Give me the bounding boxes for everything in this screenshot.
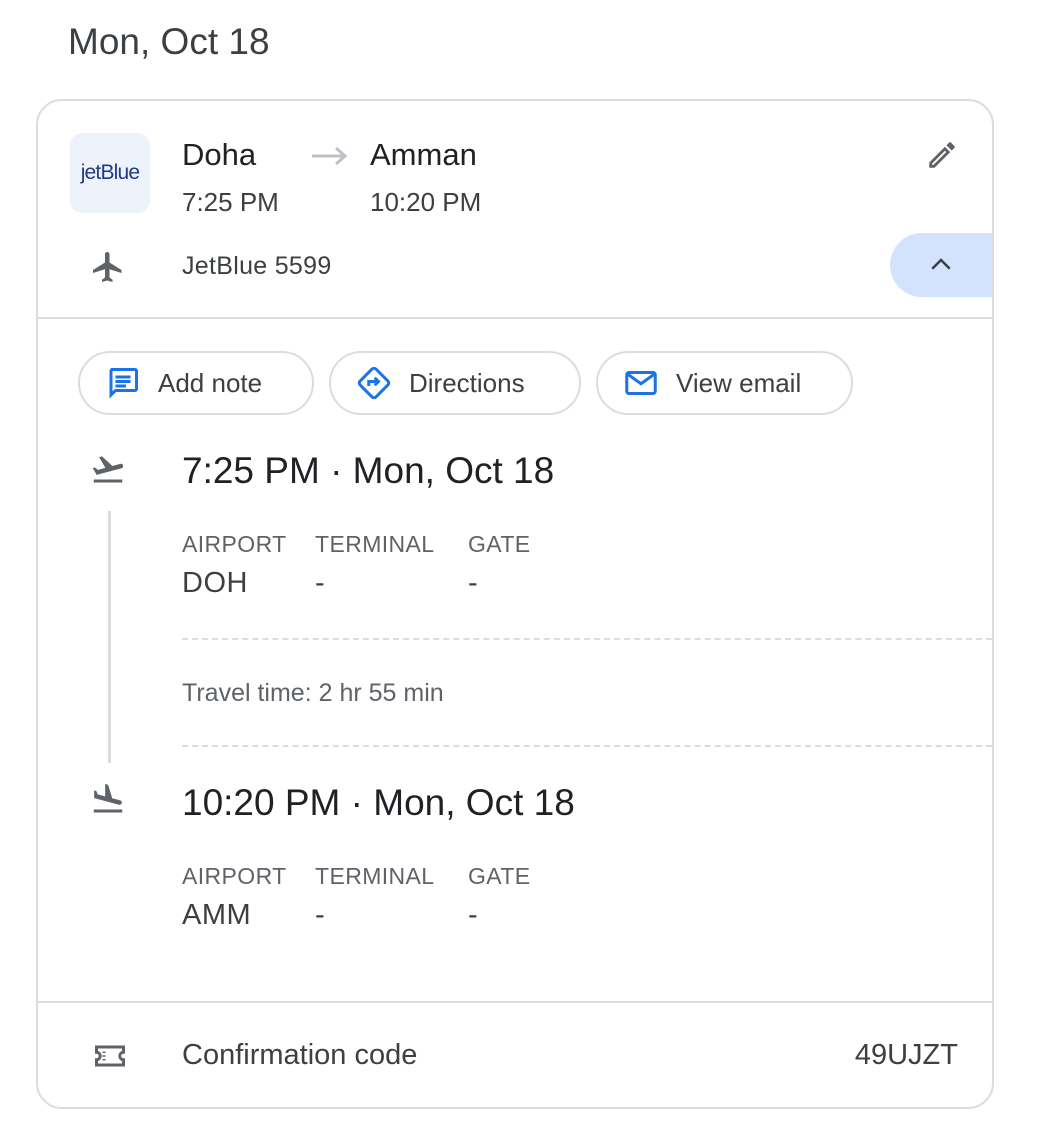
view-email-label: View email xyxy=(676,367,802,398)
departure-title: 7:25 PM · Mon, Oct 18 xyxy=(182,450,555,491)
departure-terminal-value: - xyxy=(315,567,326,599)
airline-logo-text: jetBlue xyxy=(80,161,140,184)
arrival-gate-value: - xyxy=(468,899,479,931)
arrival-terminal-label: TERMINAL xyxy=(315,863,435,889)
departure-terminal-label: TERMINAL xyxy=(315,531,435,557)
directions-button[interactable]: Directions xyxy=(329,351,581,415)
landing-icon xyxy=(93,784,123,813)
flight-card: jetBlue Doha Amman 7:25 PM 10:20 PM JetB… xyxy=(36,99,994,1109)
edit-pencil-icon xyxy=(929,142,955,168)
divider xyxy=(38,1001,992,1003)
divider xyxy=(38,317,992,319)
departure-gate-value: - xyxy=(468,567,479,599)
departure-gate-label: GATE xyxy=(468,531,531,557)
date-heading: Mon, Oct 18 xyxy=(68,21,270,62)
airplane-icon xyxy=(93,252,122,282)
travel-time: Travel time: 2 hr 55 min xyxy=(182,679,444,707)
add-note-label: Add note xyxy=(158,367,263,398)
departure-airport-value: DOH xyxy=(182,567,248,599)
route-arrow-icon xyxy=(312,146,348,166)
arrival-airport-value: AMM xyxy=(182,899,252,931)
arrival-time: 10:20 PM xyxy=(370,187,482,217)
add-note-button[interactable]: Add note xyxy=(78,351,314,415)
chevron-up-icon xyxy=(931,258,951,270)
arrival-title: 10:20 PM · Mon, Oct 18 xyxy=(182,782,575,823)
origin-city: Doha xyxy=(182,137,257,172)
departure-airport-label: AIRPORT xyxy=(182,531,287,557)
timeline-line xyxy=(108,511,111,763)
note-icon xyxy=(104,364,142,402)
confirmation-label: Confirmation code xyxy=(182,1039,418,1071)
ticket-icon xyxy=(95,1045,125,1067)
arrival-terminal-value: - xyxy=(315,899,326,931)
takeoff-icon xyxy=(92,456,124,483)
edit-button[interactable] xyxy=(922,135,962,175)
destination-city: Amman xyxy=(370,137,477,172)
dashed-divider xyxy=(182,638,992,640)
directions-label: Directions xyxy=(409,367,525,398)
dashed-divider xyxy=(182,745,992,747)
collapse-button[interactable] xyxy=(890,233,992,297)
email-icon xyxy=(622,364,660,402)
arrival-airport-label: AIRPORT xyxy=(182,863,287,889)
arrival-gate-label: GATE xyxy=(468,863,531,889)
directions-icon xyxy=(355,364,393,402)
departure-time: 7:25 PM xyxy=(182,187,279,217)
confirmation-code: 49UJZT xyxy=(854,1039,958,1071)
view-email-button[interactable]: View email xyxy=(596,351,853,415)
airline-logo: jetBlue xyxy=(70,133,150,213)
flight-number: JetBlue 5599 xyxy=(182,252,332,280)
